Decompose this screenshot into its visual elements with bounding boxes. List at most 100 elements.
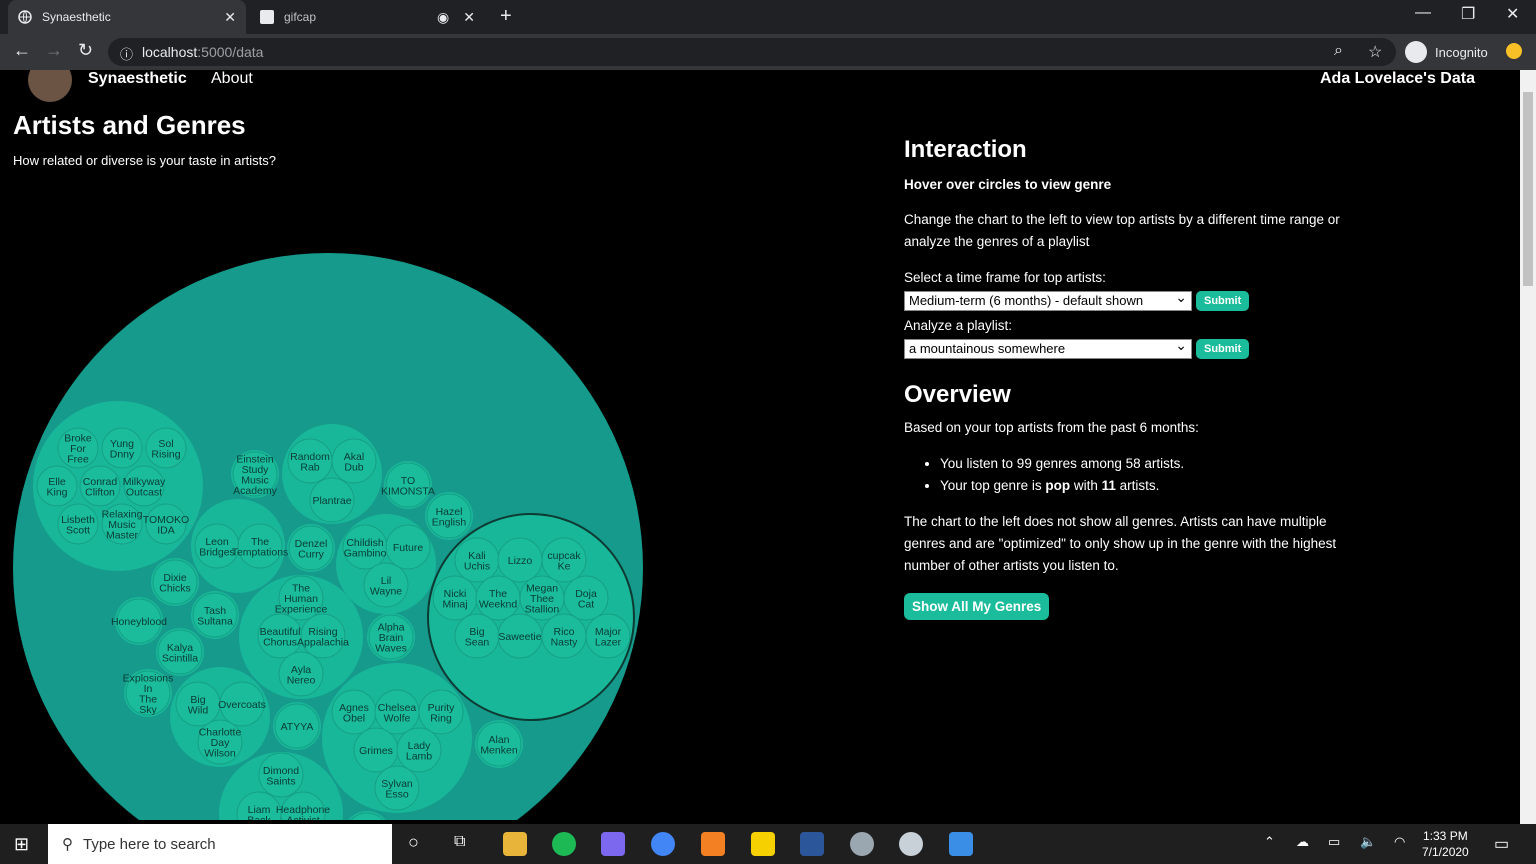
git-icon[interactable]	[601, 832, 625, 856]
battery-icon[interactable]: ▭	[1328, 834, 1340, 850]
change-text: Change the chart to the left to view top…	[904, 212, 1340, 249]
tab-gifcap[interactable]: gifcap ◉ ✕	[250, 0, 485, 34]
windows-taskbar: ⊞ ⚲ Type here to search ○ ⧉ ⌃ ☁ ▭ 🔈 ◠ 1:…	[0, 824, 1536, 864]
star-icon[interactable]: ☆	[1368, 42, 1382, 62]
zoom-icon[interactable]: ⌕	[1334, 42, 1343, 60]
scrollbar-thumb[interactable]	[1523, 92, 1533, 286]
spotify-icon[interactable]	[552, 832, 576, 856]
sublime-icon[interactable]	[701, 832, 725, 856]
gifcap-icon	[260, 10, 274, 24]
avatar	[28, 70, 72, 102]
sticky-notes-icon[interactable]	[751, 832, 775, 856]
tab-strip: Synaesthetic ✕ gifcap ◉ ✕ + — ❐ ✕	[0, 0, 1536, 34]
artist-label: Nicki Minaj	[442, 588, 467, 611]
genre-bubble-chart[interactable]: Broke For FreeYung DnnySol RisingElle KingCon…	[0, 170, 660, 820]
recording-icon: ◉	[437, 8, 450, 25]
overview-heading: Overview	[904, 381, 1011, 408]
page-title: Artists and Genres	[13, 110, 246, 140]
tray-chevron-icon[interactable]: ⌃	[1264, 834, 1275, 850]
timeframe-select[interactable]: Medium-term (6 months) - default shown	[904, 289, 1192, 311]
close-window-icon[interactable]: ✕	[1506, 4, 1519, 24]
chrome-icon[interactable]	[651, 832, 675, 856]
nav-about-link[interactable]: About	[211, 70, 253, 88]
windows-start-icon[interactable]: ⊞	[14, 834, 29, 855]
info-icon[interactable]: ⓘ	[120, 44, 133, 63]
back-icon[interactable]: ←	[13, 40, 31, 61]
artist-label: Sylvan Esso	[381, 778, 413, 801]
browser-toolbar: ← → ↻ ⓘ localhost:5000/data ⌕ ☆	[0, 34, 1536, 70]
artist-label: Lizzo	[508, 555, 533, 567]
artist-label: Yung Dnny	[110, 438, 135, 461]
overview-intro: Based on your top artists from the past …	[904, 420, 1199, 435]
extension-icon[interactable]	[1506, 43, 1522, 59]
search-placeholder: Type here to search	[83, 835, 216, 853]
paint3d-icon[interactable]	[899, 832, 923, 856]
playlist-label: Analyze a playlist:	[904, 318, 1013, 333]
tab-synaesthetic[interactable]: Synaesthetic ✕	[8, 0, 246, 34]
artist-label: Big Wild	[188, 694, 209, 717]
artist-label: Doja Cat	[575, 588, 597, 611]
minimize-icon[interactable]: —	[1415, 4, 1431, 22]
artist-label: Purity Ring	[428, 702, 456, 725]
artist-label: Conrad Clifton	[83, 476, 118, 499]
artist-label: Hazel English	[432, 506, 467, 529]
incognito-indicator[interactable]: Incognito	[1405, 41, 1488, 63]
artist-label: Lady Lamb	[406, 740, 432, 763]
page-subtitle: How related or diverse is your taste in …	[13, 153, 276, 168]
close-tab-icon[interactable]: ✕	[463, 9, 475, 26]
clock-time: 1:33 PM	[1423, 829, 1468, 843]
artist-label: Overcoats	[218, 699, 266, 711]
close-tab-icon[interactable]: ✕	[224, 9, 236, 26]
hover-hint: Hover over circles to view genre	[904, 177, 1112, 192]
file-explorer-icon[interactable]	[503, 832, 527, 856]
word-icon[interactable]	[800, 832, 824, 856]
notifications-icon[interactable]: ▭	[1494, 834, 1509, 854]
show-all-genres-button[interactable]: Show All My Genres	[904, 593, 1050, 620]
artist-label: Grimes	[359, 745, 393, 757]
photos-icon[interactable]	[949, 832, 973, 856]
task-view-icon[interactable]: ⧉	[454, 833, 465, 851]
artist-label: Childish Gambino	[344, 537, 387, 560]
artist-label: Denzel Curry	[295, 538, 328, 561]
artist-label: Future	[393, 542, 424, 554]
chart-note: The chart to the left does not show all …	[904, 514, 1337, 573]
overview-list: You listen to 99 genres among 58 artists…	[940, 453, 1354, 497]
forward-icon[interactable]: →	[45, 40, 63, 61]
genre-count-item: You listen to 99 genres among 58 artists…	[940, 453, 1354, 475]
search-icon: ⚲	[62, 836, 73, 853]
taskbar-search[interactable]: ⚲ Type here to search	[48, 824, 392, 864]
clock-date: 7/1/2020	[1422, 845, 1469, 859]
wifi-icon[interactable]: ◠	[1394, 834, 1405, 850]
playlist-submit-button[interactable]: Submit	[1196, 339, 1250, 359]
timeframe-submit-button[interactable]: Submit	[1196, 291, 1250, 311]
incognito-icon	[1405, 41, 1427, 63]
artist-label: Dixie Chicks	[159, 572, 191, 595]
artist-label: Rico Nasty	[551, 626, 579, 649]
artist-label: Kalya Scintilla	[162, 642, 198, 665]
playlist-select[interactable]: a mountainous somewhere	[904, 337, 1192, 359]
volume-icon[interactable]: 🔈	[1360, 834, 1376, 850]
taskbar-clock[interactable]: 1:33 PM 7/1/2020	[1422, 828, 1469, 860]
interaction-heading: Interaction	[904, 136, 1027, 163]
artist-label: Major Lazer	[595, 626, 622, 649]
artist-label: Honeyblood	[111, 616, 167, 628]
globe-icon	[18, 10, 32, 24]
artist-label: ATYYA	[281, 721, 314, 733]
artist-label: LiamBack	[247, 804, 271, 820]
reload-icon[interactable]: ↻	[78, 40, 93, 61]
address-bar[interactable]: ⓘ localhost:5000/data ⌕ ☆	[108, 38, 1396, 66]
user-data-title: Ada Lovelace's Data	[1320, 70, 1475, 87]
cortana-icon[interactable]: ○	[408, 832, 419, 853]
top-genre-item: Your top genre is pop with 11 artists.	[940, 475, 1354, 497]
artist-label: Alpha Brain Waves	[375, 622, 407, 655]
artist-label: Dimond Saints	[263, 765, 299, 788]
artist-label: Akal Dub	[344, 451, 364, 474]
url-text: localhost:5000/data	[142, 44, 264, 60]
paint-icon[interactable]	[850, 832, 874, 856]
site-brand[interactable]: Synaesthetic	[88, 70, 187, 88]
page-content: Synaesthetic About Ada Lovelace's Data A…	[0, 70, 1520, 824]
restore-icon[interactable]: ❐	[1461, 4, 1475, 24]
new-tab-icon[interactable]: +	[500, 5, 512, 28]
incognito-label: Incognito	[1435, 44, 1488, 60]
onedrive-icon[interactable]: ☁	[1296, 834, 1309, 850]
